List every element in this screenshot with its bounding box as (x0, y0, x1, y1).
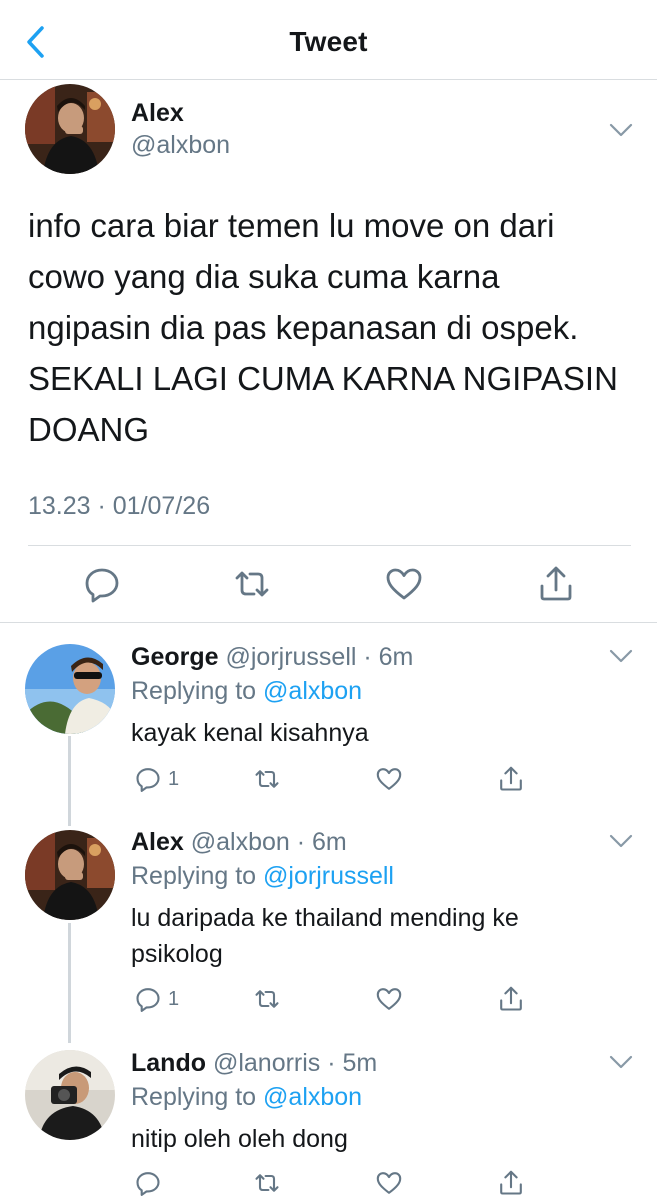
retweet-icon (255, 1174, 279, 1192)
author-handle[interactable]: @alxbon (131, 131, 230, 160)
like-button[interactable] (375, 764, 403, 794)
retweet-button[interactable] (253, 984, 281, 1014)
like-icon (386, 568, 422, 600)
share-button[interactable] (497, 984, 525, 1014)
share-icon (540, 566, 572, 601)
mention-link[interactable]: @alxbon (263, 1083, 362, 1111)
replying-to: Replying to @alxbon (131, 677, 362, 706)
thread-line (68, 923, 71, 1043)
reply-icon (85, 568, 119, 603)
share-icon (500, 986, 522, 1011)
like-icon (376, 768, 402, 790)
tweet-text: info cara biar temen lu move on dari cow… (28, 200, 638, 455)
avatar[interactable] (25, 1050, 115, 1140)
mention-link[interactable]: @jorjrussell (263, 862, 394, 890)
tweet-text-line: DOANG (28, 411, 150, 448)
reply-button[interactable] (82, 564, 122, 604)
reply-count: 1 (168, 987, 180, 1010)
reply-text: nitip oleh oleh dong (131, 1121, 611, 1157)
reply-button[interactable]: 1 (134, 764, 179, 794)
like-button[interactable] (375, 984, 403, 1014)
avatar[interactable] (25, 644, 115, 734)
reply-options-button[interactable] (609, 1054, 633, 1070)
tweet-timestamp[interactable]: 13.23 · 01/07/26 (28, 492, 210, 521)
tweet-text-line: cowo yang dia suka cuma karna (28, 258, 500, 295)
reply-author-name[interactable]: George (131, 643, 219, 671)
replying-prefix: Replying to (131, 1083, 264, 1111)
reply-header: George @jorjrussell · 6m (131, 643, 413, 672)
reply-text: kayak kenal kisahnya (131, 715, 611, 751)
replying-prefix: Replying to (131, 677, 264, 705)
reply-meta[interactable]: @alxbon · 6m (191, 828, 347, 856)
share-button[interactable] (497, 1168, 525, 1198)
replying-to: Replying to @jorjrussell (131, 862, 394, 891)
chevron-down-icon (609, 834, 633, 848)
divider (0, 622, 657, 623)
divider (28, 545, 631, 546)
tweet-text-line: ngipasin dia pas kepanasan di ospek. (28, 309, 579, 346)
replying-to: Replying to @alxbon (131, 1083, 362, 1112)
reply-header: Alex @alxbon · 6m (131, 828, 347, 857)
reply-text-line: kayak kenal kisahnya (131, 719, 369, 747)
retweet-icon (255, 990, 279, 1008)
tweet-text-line: SEKALI LAGI CUMA KARNA NGIPASIN (28, 360, 618, 397)
reply-author-name[interactable]: Alex (131, 828, 184, 856)
reply-text-line: psikolog (131, 940, 223, 968)
avatar[interactable] (25, 830, 115, 920)
avatar[interactable] (25, 84, 115, 174)
retweet-button[interactable] (232, 564, 272, 604)
share-icon (500, 766, 522, 791)
reply-icon (136, 768, 160, 792)
share-button[interactable] (497, 764, 525, 794)
tweet-options-button[interactable] (609, 122, 633, 138)
mention-link[interactable]: @alxbon (263, 677, 362, 705)
reply-author-name[interactable]: Lando (131, 1049, 206, 1077)
like-button[interactable] (384, 564, 424, 604)
chevron-down-icon (609, 123, 633, 137)
reply-button[interactable]: 1 (134, 984, 179, 1014)
reply-meta[interactable]: @lanorris · 5m (213, 1049, 377, 1077)
reply-text-line: lu daripada ke thailand mending ke (131, 904, 519, 932)
reply-options-button[interactable] (609, 833, 633, 849)
reply-options-button[interactable] (609, 648, 633, 664)
share-icon (500, 1170, 522, 1195)
share-button[interactable] (536, 564, 576, 604)
like-icon (376, 1172, 402, 1194)
replying-prefix: Replying to (131, 862, 264, 890)
tweet-text-line: info cara biar temen lu move on dari (28, 207, 555, 244)
reply-icon (136, 988, 160, 1012)
nav-bar: Tweet (0, 0, 657, 80)
reply-meta[interactable]: @jorjrussell · 6m (225, 643, 413, 671)
chevron-down-icon (609, 649, 633, 663)
page-title: Tweet (289, 26, 368, 57)
thread-line (68, 736, 71, 826)
chevron-down-icon (609, 1055, 633, 1069)
reply-count: 1 (168, 767, 180, 790)
like-button[interactable] (375, 1168, 403, 1198)
retweet-icon (235, 571, 269, 597)
reply-icon (136, 1172, 160, 1196)
like-icon (376, 988, 402, 1010)
reply-button[interactable] (134, 1168, 168, 1198)
retweet-button[interactable] (253, 1168, 281, 1198)
reply-header: Lando @lanorris · 5m (131, 1049, 377, 1078)
retweet-icon (255, 770, 279, 788)
retweet-button[interactable] (253, 764, 281, 794)
author-name[interactable]: Alex (131, 99, 184, 128)
reply-text-line: nitip oleh oleh dong (131, 1125, 348, 1153)
reply-text: lu daripada ke thailand mending ke psiko… (131, 900, 611, 972)
